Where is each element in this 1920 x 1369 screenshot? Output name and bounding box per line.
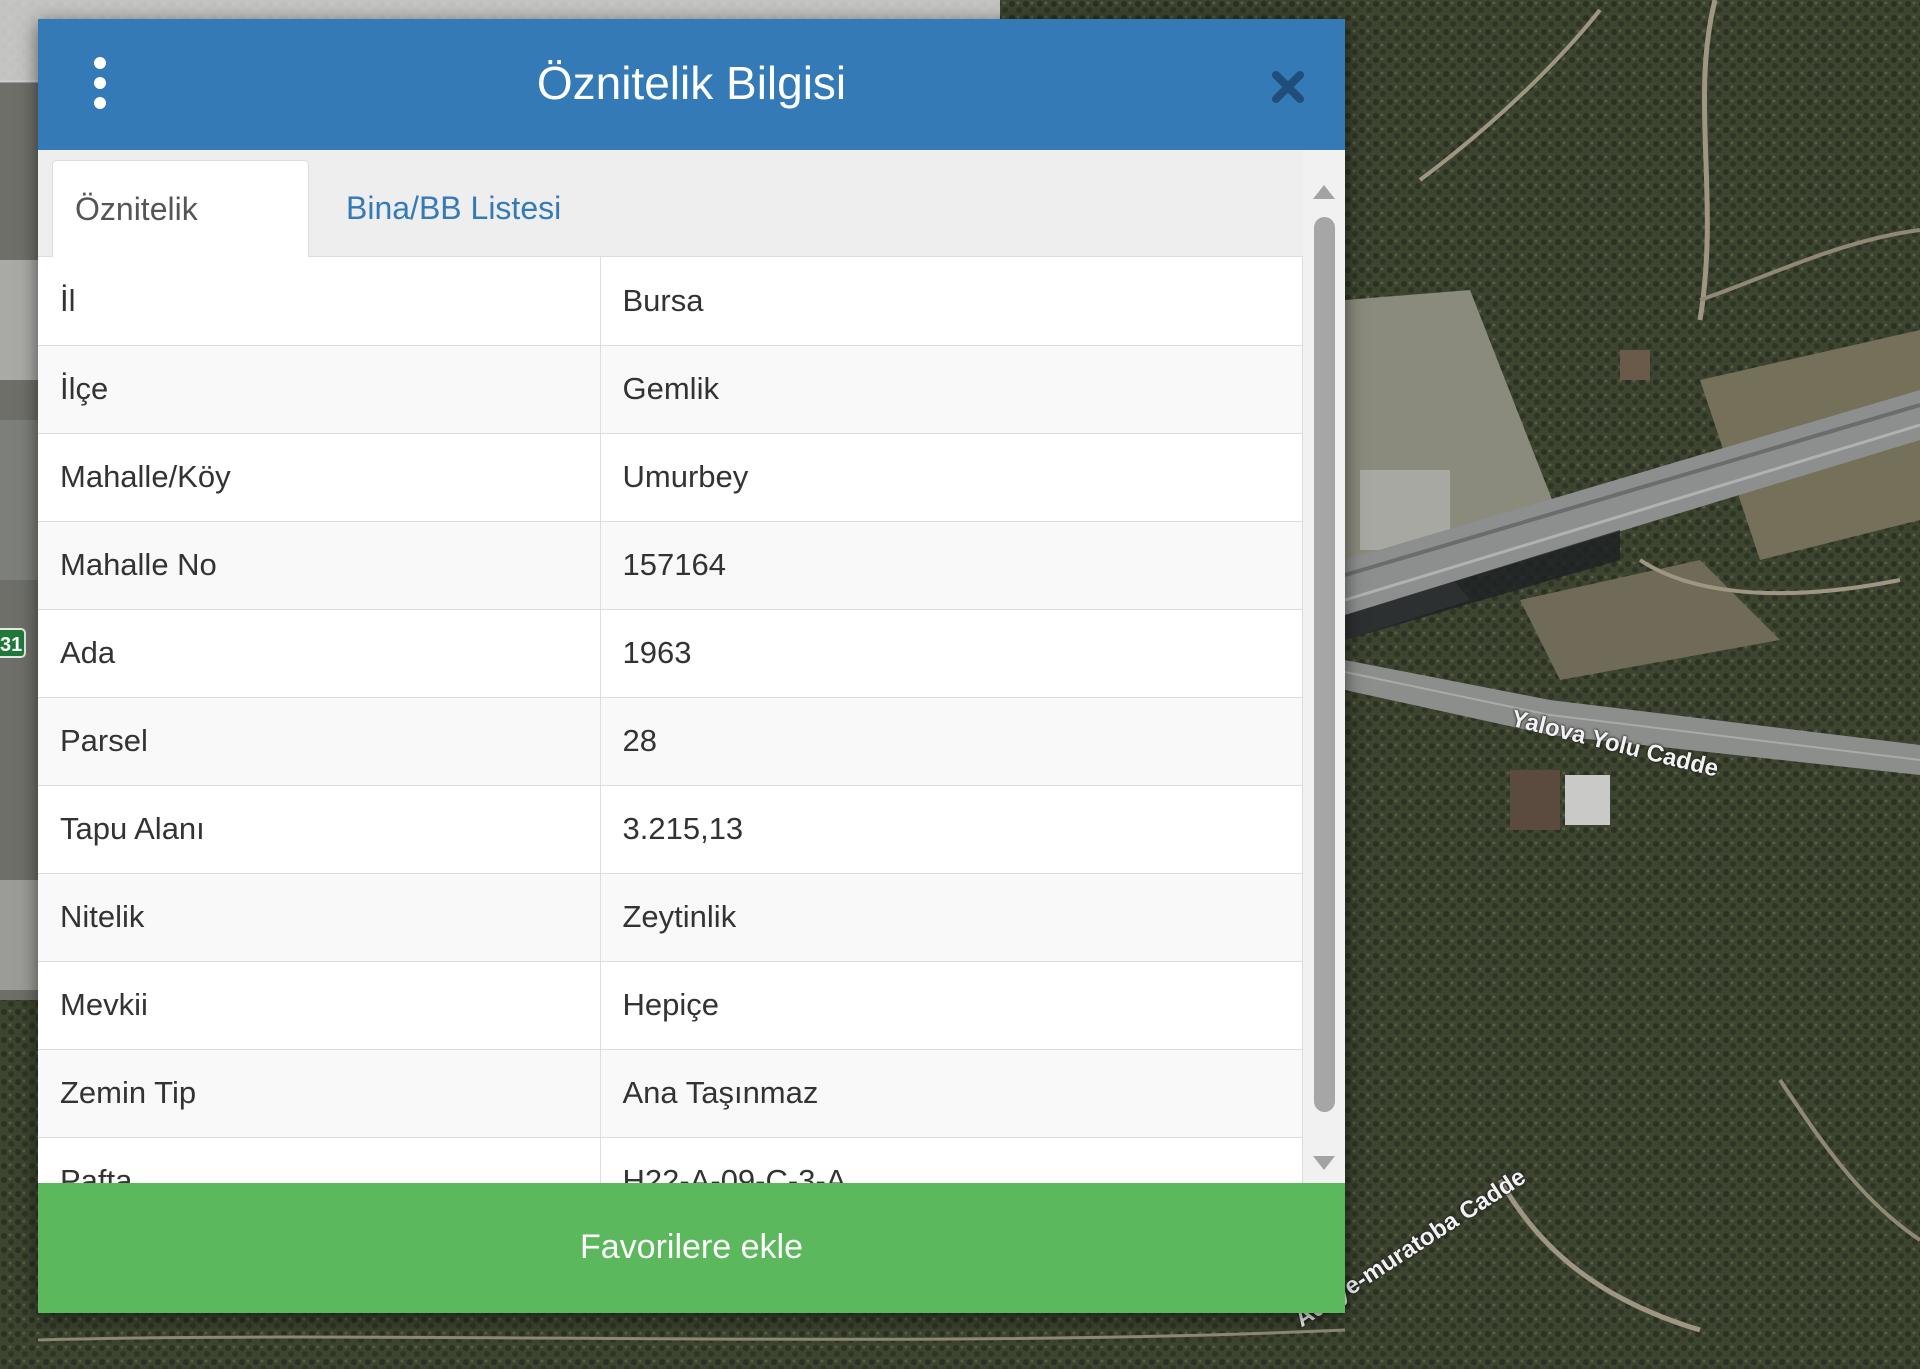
attribute-value: 1963 <box>600 608 1303 697</box>
vertical-ellipsis-icon[interactable] <box>88 57 112 109</box>
table-row: Mahalle No 157164 <box>38 520 1303 609</box>
table-row: Nitelik Zeytinlik <box>38 872 1303 961</box>
attribute-table: İl Bursa İlçe Gemlik Mahalle/Köy Umurbey… <box>38 257 1303 1203</box>
attribute-key: Zemin Tip <box>38 1048 601 1137</box>
dialog-title: Öznitelik Bilgisi <box>536 57 847 109</box>
scrollbar-thumb[interactable] <box>1314 217 1335 1112</box>
attribute-value: Ana Taşınmaz <box>600 1048 1303 1137</box>
attribute-value: Bursa <box>600 257 1303 345</box>
dialog-header: Öznitelik Bilgisi <box>38 19 1345 150</box>
table-row: Ada 1963 <box>38 608 1303 697</box>
attribute-value: Gemlik <box>600 344 1303 433</box>
attribute-value: Hepiçe <box>600 960 1303 1049</box>
attribute-key: Mahalle/Köy <box>38 432 601 521</box>
table-row: İl Bursa <box>38 257 1303 345</box>
attribute-key: Mevkii <box>38 960 601 1049</box>
scroll-up-arrow-icon[interactable] <box>1311 181 1337 201</box>
road-number-badge: 31 <box>0 628 26 658</box>
attribute-value: 157164 <box>600 520 1303 609</box>
close-icon[interactable] <box>1268 67 1308 107</box>
attribute-value: Zeytinlik <box>600 872 1303 961</box>
table-row: İlçe Gemlik <box>38 344 1303 433</box>
attribute-value: Umurbey <box>600 432 1303 521</box>
table-row: Zemin Tip Ana Taşınmaz <box>38 1048 1303 1137</box>
table-row: Mahalle/Köy Umurbey <box>38 432 1303 521</box>
attribute-key: Ada <box>38 608 601 697</box>
scroll-down-arrow-icon[interactable] <box>1311 1154 1337 1174</box>
attribute-key: Tapu Alanı <box>38 784 601 873</box>
table-row: Parsel 28 <box>38 696 1303 785</box>
attribute-value: 28 <box>600 696 1303 785</box>
table-row: Mevkii Hepiçe <box>38 960 1303 1049</box>
add-to-favorites-button[interactable]: Favorilere ekle <box>38 1183 1345 1313</box>
attribute-key: Mahalle No <box>38 520 601 609</box>
attribute-key: Parsel <box>38 696 601 785</box>
vertical-scrollbar[interactable] <box>1303 150 1345 1203</box>
table-row: Tapu Alanı 3.215,13 <box>38 784 1303 873</box>
tab-bar: Öznitelik Bilgisi Bina/BB Listesi <box>38 150 1303 323</box>
attribute-key: İl <box>38 257 601 345</box>
tab-attribute-info[interactable]: Öznitelik Bilgisi <box>52 160 309 323</box>
attribute-info-dialog: Öznitelik Bilgisi Öznitelik Bilgisi Bina… <box>38 19 1345 1313</box>
attribute-key: İlçe <box>38 344 601 433</box>
attribute-key: Nitelik <box>38 872 601 961</box>
tab-building-list[interactable]: Bina/BB Listesi <box>324 160 583 257</box>
attribute-table-container[interactable]: İl Bursa İlçe Gemlik Mahalle/Köy Umurbey… <box>38 257 1303 1203</box>
attribute-value: 3.215,13 <box>600 784 1303 873</box>
